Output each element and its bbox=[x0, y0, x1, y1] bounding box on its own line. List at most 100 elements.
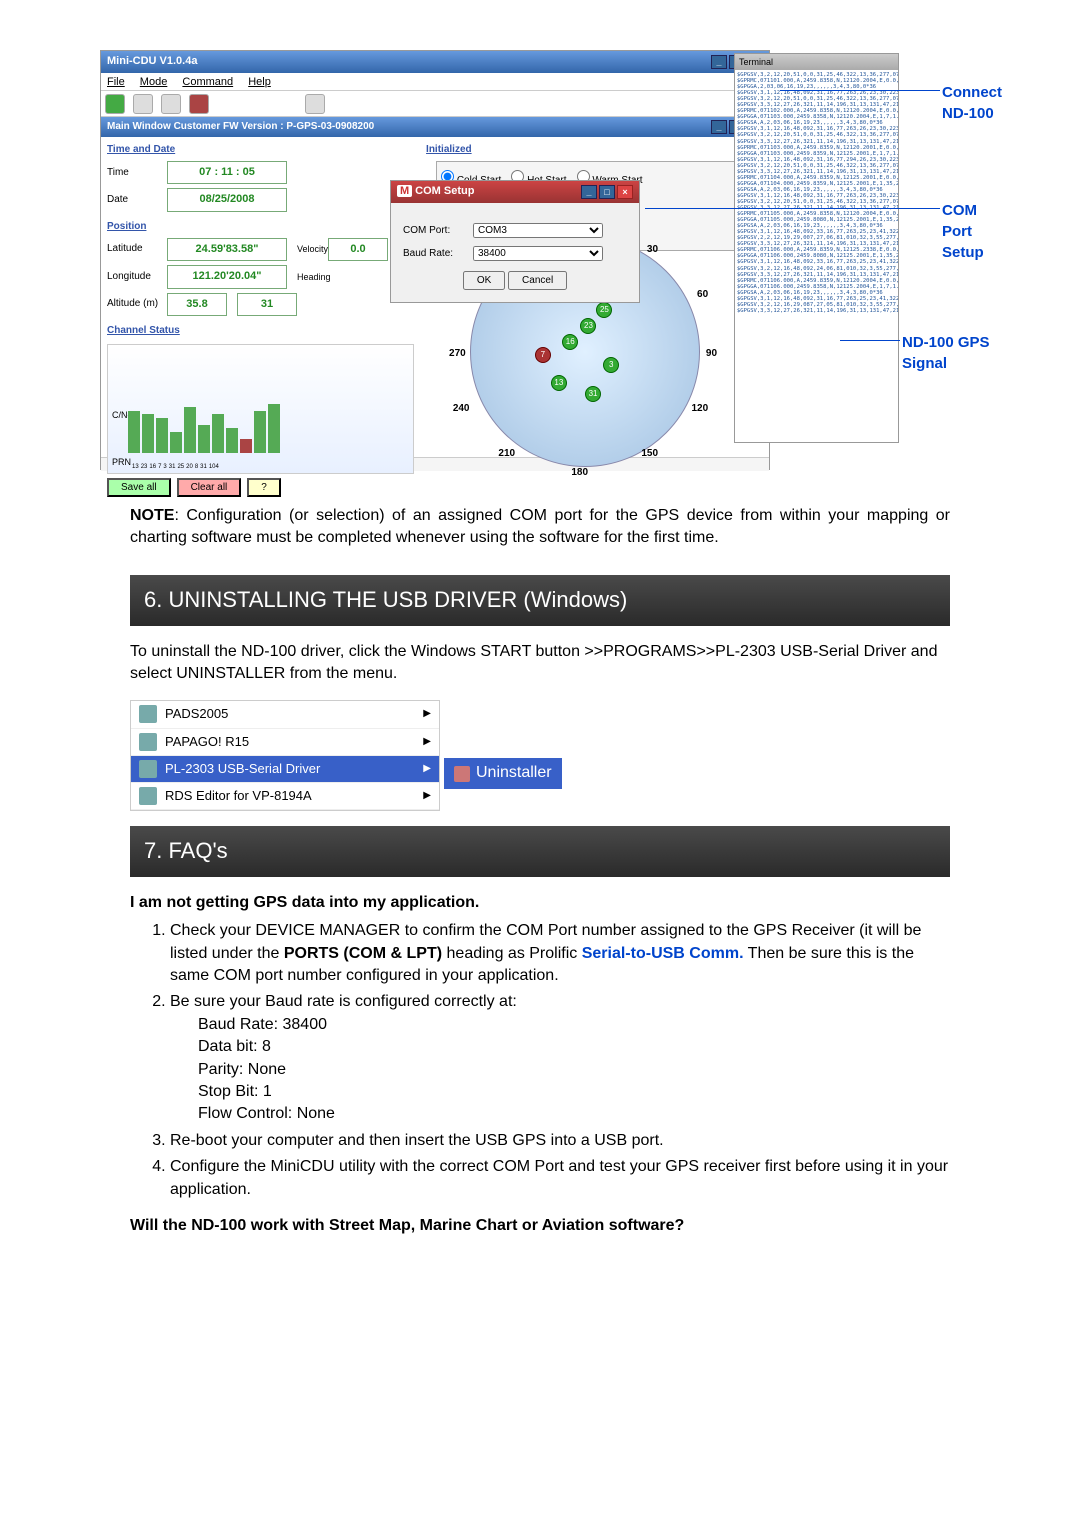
vel-value: 0.0 bbox=[328, 238, 388, 261]
tool-icon[interactable] bbox=[161, 94, 181, 114]
menu-file[interactable]: File bbox=[107, 76, 125, 88]
dialog-min-button[interactable]: _ bbox=[581, 185, 597, 199]
date-label: Date bbox=[107, 193, 167, 207]
main-header-label: Main Window Customer FW Version : P-GPS-… bbox=[107, 120, 374, 134]
help-button[interactable]: ? bbox=[247, 478, 281, 497]
baud-rate-select[interactable]: 38400 bbox=[473, 246, 603, 261]
com-port-select[interactable]: COM3 bbox=[473, 223, 603, 238]
satellite-dot: 13 bbox=[551, 375, 567, 391]
faq-answer-list: Check your DEVICE MANAGER to confirm the… bbox=[170, 920, 950, 1201]
faq-item: Configure the MiniCDU utility with the c… bbox=[170, 1156, 950, 1201]
prn-num: 25 bbox=[177, 463, 184, 471]
program-item[interactable]: PAPAGO! R15 ▶ bbox=[131, 729, 439, 756]
vel-label: Velocity bbox=[297, 243, 328, 256]
ok-button[interactable]: OK bbox=[463, 271, 505, 290]
toolbar bbox=[101, 91, 769, 117]
channel-section-label: Channel Status bbox=[107, 324, 414, 338]
program-item[interactable]: RDS Editor for VP-8194A ▶ bbox=[131, 783, 439, 810]
com-port-label: COM Port: bbox=[403, 224, 473, 238]
prn-num: 20 bbox=[186, 463, 193, 471]
time-label: Time bbox=[107, 166, 167, 180]
config-line: Baud Rate: 38400 bbox=[198, 1014, 950, 1036]
head-value: 31 bbox=[237, 293, 297, 316]
menubar: File Mode Command Help bbox=[101, 73, 769, 91]
section-7-header: 7. FAQ's bbox=[130, 826, 950, 877]
app-screenshot: Mini-CDU V1.0.4a _ □ × File Mode Command… bbox=[80, 50, 1000, 480]
submenu-arrow-icon: ▶ bbox=[423, 789, 431, 803]
terminal-title: Terminal bbox=[735, 54, 898, 70]
uninstall-body: To uninstall the ND-100 driver, click th… bbox=[130, 641, 950, 686]
program-item[interactable]: PADS2005 ▶ bbox=[131, 701, 439, 728]
stop-icon[interactable] bbox=[189, 94, 209, 114]
refresh-icon[interactable] bbox=[133, 94, 153, 114]
save-all-button[interactable]: Save all bbox=[107, 478, 171, 497]
cancel-button[interactable]: Cancel bbox=[508, 271, 567, 290]
baud-rate-label: Baud Rate: bbox=[403, 247, 473, 261]
channel-bar bbox=[268, 404, 280, 453]
compass-label: 30 bbox=[647, 243, 658, 257]
minimize-button[interactable]: _ bbox=[711, 55, 727, 69]
prn-label: PRN bbox=[112, 456, 131, 469]
init-section-label: Initialized bbox=[426, 143, 763, 157]
faq-item: Be sure your Baud rate is configured cor… bbox=[170, 991, 950, 1125]
uninstaller-submenu[interactable]: Uninstaller bbox=[444, 758, 562, 788]
program-label: PAPAGO! R15 bbox=[165, 733, 249, 751]
note-label: NOTE bbox=[130, 507, 174, 524]
dialog-close-button[interactable]: × bbox=[617, 185, 633, 199]
prn-num: 8 bbox=[195, 463, 198, 471]
prn-num: 31 bbox=[169, 463, 176, 471]
prn-num: 104 bbox=[209, 463, 219, 471]
faq-question-1: I am not getting GPS data into my applic… bbox=[130, 892, 950, 914]
section-6-header: 6. UNINSTALLING THE USB DRIVER (Windows) bbox=[130, 575, 950, 626]
folder-icon bbox=[139, 733, 157, 751]
callout-line bbox=[780, 90, 940, 91]
main-panel-header: Main Window Customer FW Version : P-GPS-… bbox=[101, 117, 769, 137]
com-setup-dialog: MCOM Setup _ □ × COM Port: COM3 Baud Rat… bbox=[390, 180, 640, 303]
settings-icon[interactable] bbox=[305, 94, 325, 114]
uninstaller-icon bbox=[454, 766, 470, 782]
time-value: 07 : 11 : 05 bbox=[167, 161, 287, 184]
menu-command[interactable]: Command bbox=[182, 76, 233, 88]
terminal-panel: Terminal $GPGSV,3,2,12,20,51,0,0,31,25,4… bbox=[734, 53, 899, 443]
config-line: Parity: None bbox=[198, 1059, 950, 1081]
sub-min-button[interactable]: _ bbox=[711, 120, 727, 134]
com-dialog-title: COM Setup bbox=[415, 185, 474, 197]
programs-menu: PADS2005 ▶ PAPAGO! R15 ▶ PL-2303 USB-Ser… bbox=[130, 700, 440, 811]
head-label: Heading bbox=[297, 271, 331, 284]
prn-num: 7 bbox=[158, 463, 161, 471]
connect-icon[interactable] bbox=[105, 94, 125, 114]
prn-num: 3 bbox=[163, 463, 166, 471]
timedate-section-label: Time and Date bbox=[107, 143, 414, 157]
submenu-arrow-icon: ▶ bbox=[423, 707, 431, 721]
callout-signal: ND-100 GPS Signal bbox=[902, 332, 1000, 374]
lon-label: Longitude bbox=[107, 270, 167, 284]
menu-help[interactable]: Help bbox=[248, 76, 271, 88]
satellite-dot: 3 bbox=[603, 357, 619, 373]
callout-comport: COM Port Setup bbox=[942, 200, 1000, 263]
dialog-max-button[interactable]: □ bbox=[599, 185, 615, 199]
compass-label: 90 bbox=[706, 347, 717, 361]
compass-label: 240 bbox=[453, 402, 470, 416]
config-line: Data bit: 8 bbox=[198, 1036, 950, 1058]
channel-bar bbox=[170, 432, 182, 453]
left-panel: Time and Date Time 07 : 11 : 05 Date 08/… bbox=[101, 137, 420, 457]
prn-num: 31 bbox=[200, 463, 207, 471]
callout-line bbox=[840, 340, 900, 341]
alt-label: Altitude (m) bbox=[107, 297, 167, 311]
lat-label: Latitude bbox=[107, 242, 167, 256]
program-item-highlighted[interactable]: PL-2303 USB-Serial Driver ▶ bbox=[131, 756, 439, 783]
clear-all-button[interactable]: Clear all bbox=[177, 478, 242, 497]
note-text: : Configuration (or selection) of an ass… bbox=[130, 507, 950, 546]
titlebar: Mini-CDU V1.0.4a _ □ × bbox=[101, 51, 769, 73]
satellite-dot: 7 bbox=[535, 347, 551, 363]
config-line: Flow Control: None bbox=[198, 1103, 950, 1125]
channel-bar bbox=[212, 414, 224, 453]
note-paragraph: NOTE: Configuration (or selection) of an… bbox=[130, 505, 950, 550]
channel-bar bbox=[142, 414, 154, 453]
menu-mode[interactable]: Mode bbox=[140, 76, 168, 88]
compass-label: 120 bbox=[691, 402, 708, 416]
terminal-output: $GPGSV,3,2,12,20,51,0,0,31,25,46,322,13,… bbox=[735, 70, 898, 316]
compass-label: 150 bbox=[641, 447, 658, 461]
satellite-dot: 16 bbox=[562, 334, 578, 350]
program-label: PL-2303 USB-Serial Driver bbox=[165, 760, 320, 778]
